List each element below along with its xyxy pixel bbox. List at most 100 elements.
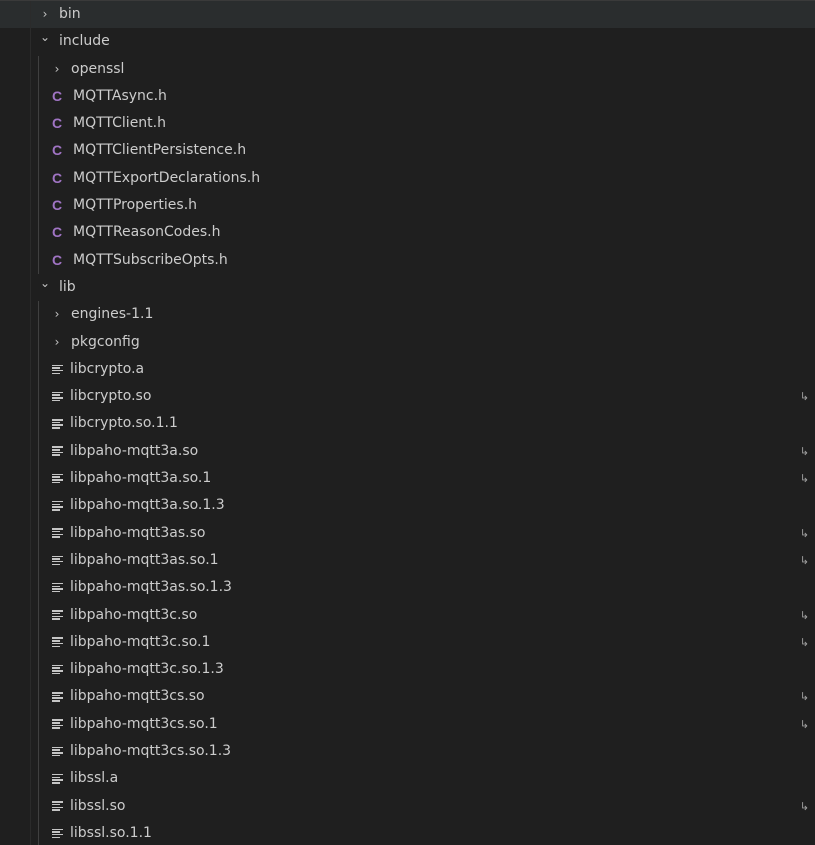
tree-indent-guide bbox=[30, 546, 31, 575]
tree-item-label: libpaho-mqtt3cs.so.1.3 bbox=[70, 743, 232, 760]
tree-indent-guide bbox=[38, 55, 39, 83]
file-libssl-so[interactable]: libssl.so ↳ bbox=[0, 792, 815, 820]
chevron-right-icon[interactable]: › bbox=[50, 329, 64, 356]
folder-bin[interactable]: › bin bbox=[0, 1, 815, 29]
tree-indent-guide bbox=[30, 656, 31, 684]
tree-indent-guide bbox=[38, 437, 39, 466]
file-lines-icon bbox=[52, 773, 63, 784]
file-libssl-so-1-1[interactable]: libssl.so.1.1 bbox=[0, 819, 815, 845]
chevron-right-icon[interactable]: › bbox=[50, 56, 64, 83]
tree-item-label: openssl bbox=[71, 60, 125, 77]
file-libcrypto-a[interactable]: libcrypto.a bbox=[0, 355, 815, 384]
file-libpaho-mqtt3a-so-1-3[interactable]: libpaho-mqtt3a.so.1.3 bbox=[0, 492, 815, 520]
symlink-icon: ↳ bbox=[799, 690, 809, 704]
tree-indent-guide bbox=[38, 519, 39, 547]
tree-indent-guide bbox=[38, 546, 39, 575]
chevron-right-icon[interactable]: › bbox=[50, 301, 64, 328]
file-mqttsubscribeopts-h[interactable]: C MQTTSubscribeOpts.h bbox=[0, 246, 815, 274]
file-libcrypto-so[interactable]: libcrypto.so ↳ bbox=[0, 383, 815, 411]
file-explorer-tree: › bin ⌄ include › openssl C MQTTAsync.h C MQTTCli… bbox=[0, 0, 815, 845]
file-lines-icon bbox=[52, 555, 63, 566]
tree-item-label: libpaho-mqtt3c.so bbox=[70, 606, 198, 623]
file-mqttasync-h[interactable]: C MQTTAsync.h bbox=[0, 82, 815, 111]
folder-engines-1-1[interactable]: › engines-1.1 bbox=[0, 301, 815, 329]
c-language-icon: C bbox=[51, 115, 63, 132]
chevron-down-icon[interactable]: ⌄ bbox=[38, 24, 52, 51]
file-libssl-a[interactable]: libssl.a bbox=[0, 765, 815, 793]
tree-indent-guide bbox=[38, 656, 39, 684]
file-libpaho-mqtt3as-so-1-3[interactable]: libpaho-mqtt3as.so.1.3 bbox=[0, 574, 815, 602]
file-libpaho-mqtt3a-so[interactable]: libpaho-mqtt3a.so ↳ bbox=[0, 437, 815, 466]
folder-pkgconfig[interactable]: › pkgconfig bbox=[0, 328, 815, 356]
c-language-icon: C bbox=[51, 224, 63, 241]
file-mqttclient-h[interactable]: C MQTTClient.h bbox=[0, 110, 815, 138]
file-libpaho-mqtt3c-so[interactable]: libpaho-mqtt3c.so ↳ bbox=[0, 601, 815, 629]
tree-item-label: pkgconfig bbox=[71, 333, 140, 350]
folder-openssl[interactable]: › openssl bbox=[0, 55, 815, 83]
tree-indent-guide bbox=[38, 137, 39, 165]
tree-indent-guide bbox=[30, 383, 31, 411]
file-mqttclientpersistence-h[interactable]: C MQTTClientPersistence.h bbox=[0, 137, 815, 165]
tree-item-label: libssl.so bbox=[70, 797, 126, 814]
tree-indent-guide bbox=[38, 82, 39, 111]
tree-item-label: MQTTClientPersistence.h bbox=[73, 142, 247, 159]
folder-include[interactable]: ⌄ include bbox=[0, 28, 815, 56]
tree-indent-guide bbox=[30, 82, 31, 111]
symlink-icon: ↳ bbox=[799, 390, 809, 404]
tree-item-label: libcrypto.so.1.1 bbox=[70, 415, 178, 432]
file-lines-icon bbox=[52, 746, 63, 757]
tree-indent-guide bbox=[30, 28, 31, 56]
file-mqttreasoncodes-h[interactable]: C MQTTReasonCodes.h bbox=[0, 219, 815, 247]
file-lines-icon bbox=[52, 528, 63, 538]
file-libpaho-mqtt3a-so-1[interactable]: libpaho-mqtt3a.so.1 ↳ bbox=[0, 465, 815, 493]
tree-indent-guide bbox=[30, 410, 31, 438]
tree-item-label: MQTTReasonCodes.h bbox=[73, 224, 221, 241]
file-libpaho-mqtt3c-so-1-3[interactable]: libpaho-mqtt3c.so.1.3 bbox=[0, 656, 815, 684]
symlink-icon: ↳ bbox=[799, 472, 809, 486]
tree-indent-guide bbox=[38, 328, 39, 356]
tree-indent-guide bbox=[38, 574, 39, 602]
tree-item-label: bin bbox=[59, 6, 81, 22]
tree-item-label: libpaho-mqtt3as.so.1 bbox=[70, 551, 219, 568]
file-lines-icon bbox=[52, 446, 63, 456]
tree-item-label: MQTTAsync.h bbox=[73, 87, 167, 104]
file-mqttproperties-h[interactable]: C MQTTProperties.h bbox=[0, 192, 815, 220]
tree-indent-guide bbox=[30, 492, 31, 520]
tree-indent-guide bbox=[38, 710, 39, 739]
file-mqttexportdeclarations-h[interactable]: C MQTTExportDeclarations.h bbox=[0, 164, 815, 193]
file-libpaho-mqtt3cs-so-1[interactable]: libpaho-mqtt3cs.so.1 ↳ bbox=[0, 710, 815, 739]
folder-lib[interactable]: ⌄ lib bbox=[0, 273, 815, 302]
tree-item-label: libpaho-mqtt3as.so bbox=[70, 524, 206, 541]
tree-indent-guide bbox=[38, 192, 39, 220]
tree-item-label: libpaho-mqtt3c.so.1.3 bbox=[70, 661, 224, 678]
file-libpaho-mqtt3as-so[interactable]: libpaho-mqtt3as.so ↳ bbox=[0, 519, 815, 547]
tree-indent-guide bbox=[38, 301, 39, 329]
tree-indent-guide bbox=[30, 1, 31, 29]
file-lines-icon bbox=[52, 637, 63, 648]
c-language-icon: C bbox=[51, 87, 63, 104]
file-libcrypto-so-1-1[interactable]: libcrypto.so.1.1 bbox=[0, 410, 815, 438]
tree-item-label: libpaho-mqtt3a.so.1.3 bbox=[70, 497, 225, 514]
file-lines-icon bbox=[52, 664, 63, 675]
tree-indent-guide bbox=[30, 192, 31, 220]
tree-item-label: libssl.a bbox=[70, 770, 119, 787]
tree-indent-guide bbox=[38, 355, 39, 384]
tree-item-label: MQTTExportDeclarations.h bbox=[73, 169, 261, 186]
tree-indent-guide bbox=[38, 492, 39, 520]
tree-indent-guide bbox=[30, 273, 31, 302]
tree-indent-guide bbox=[38, 465, 39, 493]
chevron-down-icon[interactable]: ⌄ bbox=[38, 270, 52, 297]
file-libpaho-mqtt3cs-so[interactable]: libpaho-mqtt3cs.so ↳ bbox=[0, 683, 815, 711]
tree-indent-guide bbox=[30, 110, 31, 138]
file-lines-icon bbox=[52, 801, 63, 811]
c-language-icon: C bbox=[51, 197, 63, 214]
file-libpaho-mqtt3as-so-1[interactable]: libpaho-mqtt3as.so.1 ↳ bbox=[0, 546, 815, 575]
file-libpaho-mqtt3cs-so-1-3[interactable]: libpaho-mqtt3cs.so.1.3 bbox=[0, 738, 815, 766]
file-libpaho-mqtt3c-so-1[interactable]: libpaho-mqtt3c.so.1 ↳ bbox=[0, 628, 815, 657]
tree-item-label: libpaho-mqtt3c.so.1 bbox=[70, 633, 211, 650]
tree-item-label: libssl.so.1.1 bbox=[70, 824, 152, 841]
tree-item-label: libcrypto.so bbox=[70, 388, 152, 405]
tree-item-label: MQTTClient.h bbox=[73, 115, 166, 132]
file-lines-icon bbox=[52, 582, 63, 593]
symlink-icon: ↳ bbox=[799, 635, 809, 649]
